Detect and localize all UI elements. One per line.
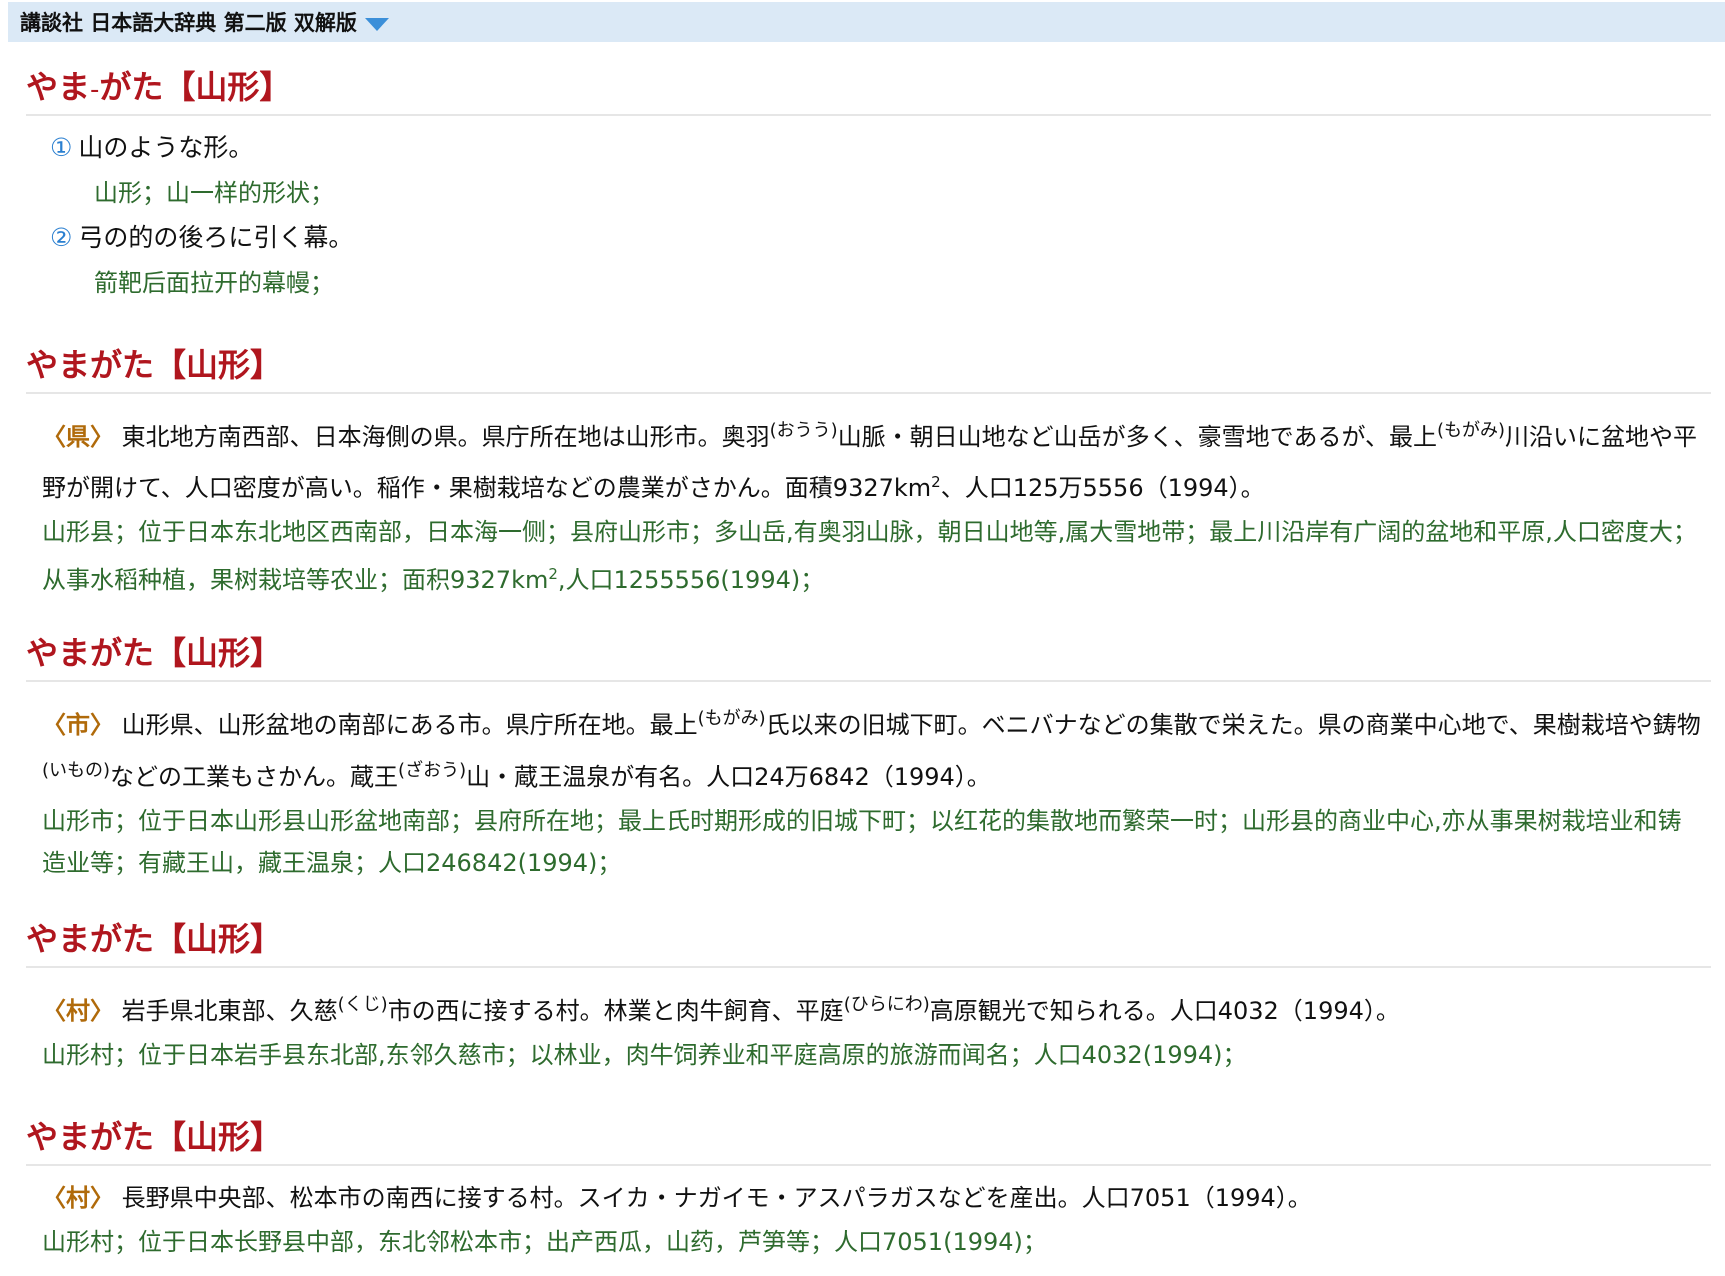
ruby-reading: (いもの) — [42, 760, 111, 781]
category-label: 〈村〉 — [42, 1184, 114, 1212]
ruby-reading: (くじ) — [337, 994, 388, 1015]
category-label: 〈県〉 — [42, 423, 114, 451]
ruby-reading: (ひらにわ) — [843, 994, 930, 1015]
entry-zh-definition: 山形村；位于日本岩手县东北部,东邻久慈市；以林业，肉牛饲养业和平庭高原的旅游而闻… — [42, 1041, 1247, 1069]
dictionary-title: 講談社 日本語大辞典 第二版 双解版 — [20, 11, 357, 35]
ruby-reading: (もがみ) — [697, 708, 766, 729]
sense-zh-text: 箭靶后面拉开的幕幔； — [94, 269, 334, 297]
entry-zh-definition: 山形县；位于日本东北地区西南部，日本海一侧；县府山形市；多山岳,有奥羽山脉，朝日… — [42, 518, 1697, 594]
ruby-reading: (おうう) — [769, 420, 838, 441]
category-label: 〈市〉 — [42, 711, 114, 739]
sense-number: ① — [50, 133, 73, 162]
entry-jp-definition: 〈村〉 岩手県北東部、久慈(くじ)市の西に接する村。林業と肉牛飼育、平庭(ひらに… — [42, 994, 1400, 1025]
entry-yamagata-village-iwate: やまがた【山形】 〈村〉 岩手県北東部、久慈(くじ)市の西に接する村。林業と肉牛… — [26, 914, 1711, 1076]
sense-1: ① 山のような形。 山形；山一样的形状； — [26, 126, 1711, 216]
sense-jp-text: 弓の的の後ろに引く幕。 — [78, 223, 354, 252]
entry-headword: やまがた【山形】 — [26, 1112, 1711, 1166]
entry-yama-gata-1: やま-がた【山形】 ① 山のような形。 山形；山一样的形状； ② 弓の的の後ろに引く… — [26, 62, 1711, 306]
entry-jp-definition: 〈市〉 山形県、山形盆地の南部にある市。県庁所在地。最上(もがみ)氏以来の旧城下… — [42, 708, 1701, 791]
entry-yamagata-prefecture: やまがた【山形】 〈県〉 東北地方南西部、日本海側の県。県庁所在地は山形市。奥羽… — [26, 340, 1711, 601]
dictionary-header: 講談社 日本語大辞典 第二版 双解版 — [8, 2, 1725, 42]
category-label: 〈村〉 — [42, 997, 114, 1025]
entry-yamagata-city: やまがた【山形】 〈市〉 山形県、山形盆地の南部にある市。県庁所在地。最上(もが… — [26, 628, 1711, 884]
entry-headword: やま-がた【山形】 — [26, 62, 1711, 116]
triangle-down-icon[interactable] — [364, 17, 389, 31]
entry-yamagata-village-nagano: やまがた【山形】 〈村〉 長野県中央部、松本市の南西に接する村。スイカ・ナガイモ… — [26, 1112, 1711, 1263]
entry-headword: やまがた【山形】 — [26, 914, 1711, 968]
sense-zh-text: 山形；山一样的形状； — [94, 179, 334, 207]
sense-number: ② — [50, 223, 73, 252]
sense-2: ② 弓の的の後ろに引く幕。 箭靶后面拉开的幕幔； — [26, 216, 1711, 306]
sense-jp-text: 山のような形。 — [78, 133, 254, 162]
entry-zh-definition: 山形市；位于日本山形县山形盆地南部；县府所在地；最上氏时期形成的旧城下町；以红花… — [42, 807, 1682, 877]
entry-jp-definition: 〈県〉 東北地方南西部、日本海側の県。県庁所在地は山形市。奥羽(おうう)山脈・朝… — [42, 420, 1698, 502]
entry-jp-definition: 〈村〉 長野県中央部、松本市の南西に接する村。スイカ・ナガイモ・アスパラガスなど… — [42, 1184, 1312, 1212]
ruby-reading: (ざおう) — [398, 760, 467, 781]
ruby-reading: (もがみ) — [1436, 420, 1506, 441]
entry-headword: やまがた【山形】 — [26, 340, 1711, 394]
entry-headword: やまがた【山形】 — [26, 628, 1711, 682]
entry-zh-definition: 山形村；位于日本长野县中部，东北邻松本市；出产西瓜，山药，芦笋等；人口7051(… — [42, 1228, 1047, 1256]
